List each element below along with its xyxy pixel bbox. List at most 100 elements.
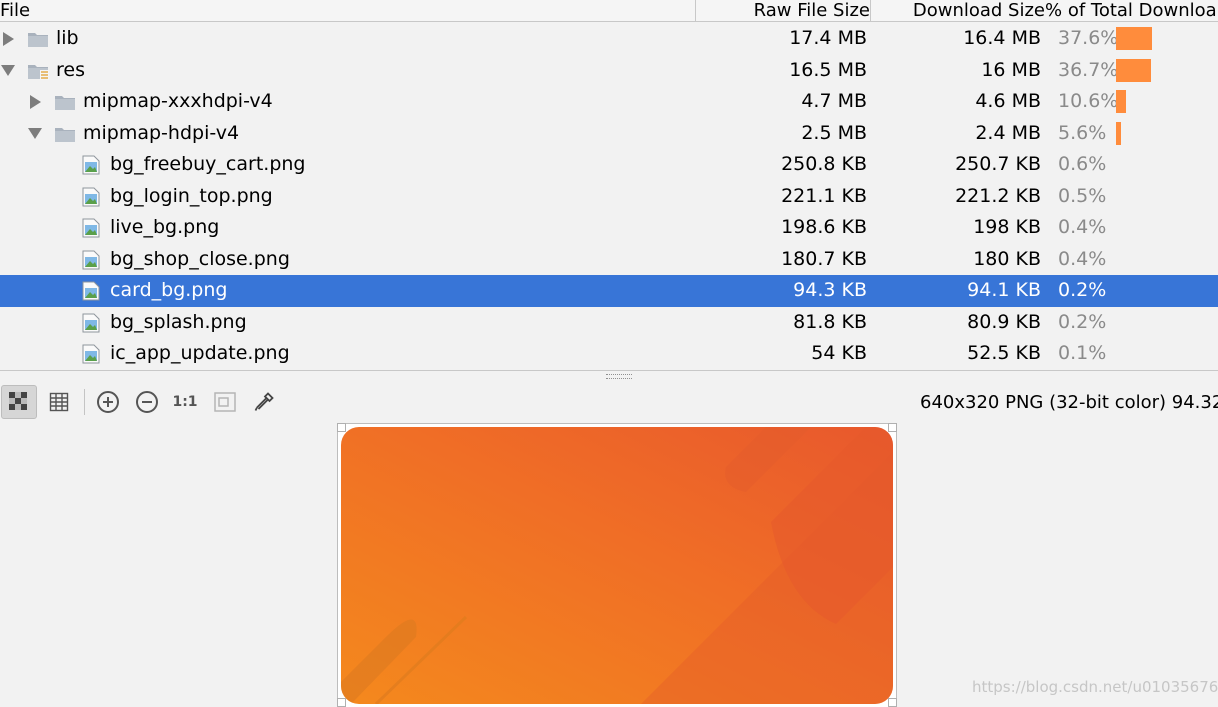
file-tree: lib 17.4 MB 16.4 MB 37.6% res 16.5 MB 16 MB 36.… <box>0 23 1218 370</box>
row-percent: 5.6% <box>1058 121 1107 144</box>
tree-row[interactable]: bg_freebuy_cart.png 250.8 KB 250.7 KB 0.6% <box>0 149 1218 181</box>
preview-toolbar: 1:1 640x320 PNG (32-bit color) 94.32 K <box>0 383 1218 421</box>
column-header-file[interactable]: File <box>0 0 696 21</box>
column-header-percent[interactable]: % of Total Downloa... <box>1045 0 1218 21</box>
tree-row[interactable]: ic_app_update.png 54 KB 52.5 KB 0.1% <box>0 338 1218 370</box>
eyedropper-icon <box>254 392 274 411</box>
row-download-size: 16 MB <box>981 58 1041 81</box>
row-download-size: 16.4 MB <box>963 27 1041 49</box>
row-download-size: 80.9 KB <box>967 310 1041 333</box>
color-picker-button[interactable] <box>246 385 282 419</box>
row-raw-size: 81.8 KB <box>793 310 867 333</box>
row-name: lib <box>56 27 79 49</box>
collapse-arrow-icon[interactable] <box>27 118 43 150</box>
row-raw-size: 198.6 KB <box>781 216 867 238</box>
expand-arrow-icon[interactable] <box>27 86 43 118</box>
tree-row[interactable]: bg_splash.png 81.8 KB 80.9 KB 0.2% <box>0 307 1218 339</box>
row-download-size: 198 KB <box>973 216 1041 238</box>
row-download-size: 250.7 KB <box>955 153 1041 175</box>
row-download-size: 221.2 KB <box>955 184 1041 207</box>
row-percent: 36.7% <box>1058 58 1119 81</box>
row-raw-size: 180.7 KB <box>781 247 867 270</box>
percent-bar <box>1116 27 1152 50</box>
image-preview <box>337 423 897 707</box>
row-name: res <box>56 58 85 81</box>
tree-row[interactable]: bg_login_top.png 221.1 KB 221.2 KB 0.5% <box>0 181 1218 213</box>
image-file-icon <box>82 250 100 269</box>
actual-size-button[interactable]: 1:1 <box>167 385 203 419</box>
row-download-size: 180 KB <box>973 247 1041 270</box>
row-name: bg_splash.png <box>110 310 247 333</box>
folder-icon <box>55 127 75 142</box>
tree-row[interactable]: mipmap-hdpi-v4 2.5 MB 2.4 MB 5.6% <box>0 118 1218 150</box>
image-info: 640x320 PNG (32-bit color) 94.32 K <box>920 392 1218 413</box>
tree-row[interactable]: card_bg.png 94.3 KB 94.1 KB 0.2% <box>0 275 1218 307</box>
row-percent: 0.2% <box>1058 279 1107 301</box>
zoom-out-button[interactable] <box>129 385 165 419</box>
toolbar-separator <box>84 389 85 415</box>
row-name: mipmap-hdpi-v4 <box>83 121 240 144</box>
row-name: mipmap-xxxhdpi-v4 <box>83 90 273 112</box>
row-name: bg_login_top.png <box>110 184 273 207</box>
resize-handle-bottom-left[interactable] <box>337 698 346 707</box>
splitter-grip[interactable] <box>606 374 632 379</box>
grid-button[interactable] <box>41 385 77 419</box>
table-header: File Raw File Size Download Size % of To… <box>0 0 1218 22</box>
row-percent: 37.6% <box>1058 27 1119 49</box>
column-header-download-size[interactable]: Download Size <box>871 0 1045 21</box>
row-download-size: 94.1 KB <box>967 279 1041 301</box>
image-file-icon <box>82 344 100 364</box>
tree-row[interactable]: mipmap-xxxhdpi-v4 4.7 MB 4.6 MB 10.6% <box>0 86 1218 118</box>
watermark: https://blog.csdn.net/u010356768 <box>972 678 1218 696</box>
expand-arrow-icon[interactable] <box>0 23 16 55</box>
row-percent: 10.6% <box>1058 90 1119 112</box>
image-file-icon <box>82 218 100 238</box>
row-raw-size: 54 KB <box>811 342 867 364</box>
resize-handle-bottom-right[interactable] <box>888 698 897 707</box>
row-raw-size: 4.7 MB <box>801 90 867 112</box>
fit-to-window-button[interactable] <box>207 385 243 419</box>
row-percent: 0.5% <box>1058 184 1107 207</box>
zoom-out-icon <box>136 391 158 413</box>
percent-bar <box>1116 58 1151 82</box>
row-name: bg_shop_close.png <box>110 247 290 270</box>
tree-row[interactable]: bg_shop_close.png 180.7 KB 180 KB 0.4% <box>0 244 1218 276</box>
image-file-icon <box>82 155 100 175</box>
row-download-size: 2.4 MB <box>975 121 1041 144</box>
fit-window-icon <box>214 392 236 412</box>
row-percent: 0.4% <box>1058 247 1107 270</box>
folder-icon <box>55 96 75 110</box>
row-name: card_bg.png <box>110 279 228 301</box>
row-raw-size: 16.5 MB <box>789 58 867 81</box>
collapse-arrow-icon[interactable] <box>0 55 16 87</box>
resize-handle-top-left[interactable] <box>337 423 346 432</box>
resource-folder-icon <box>28 64 49 80</box>
row-name: live_bg.png <box>110 216 220 238</box>
transparency-checkerboard-button[interactable] <box>1 385 37 419</box>
checkerboard-icon <box>9 392 27 410</box>
card-bg-preview <box>341 427 893 704</box>
row-raw-size: 17.4 MB <box>789 27 867 49</box>
tree-row[interactable]: live_bg.png 198.6 KB 198 KB 0.4% <box>0 212 1218 244</box>
zoom-in-icon <box>97 391 119 413</box>
row-percent: 0.4% <box>1058 216 1107 238</box>
row-raw-size: 94.3 KB <box>793 279 867 301</box>
row-raw-size: 2.5 MB <box>801 121 867 144</box>
percent-bar <box>1116 90 1126 113</box>
tree-row[interactable]: lib 17.4 MB 16.4 MB 37.6% <box>0 23 1218 55</box>
resize-handle-top-right[interactable] <box>888 423 897 432</box>
row-name: bg_freebuy_cart.png <box>110 153 306 175</box>
column-header-raw-size[interactable]: Raw File Size <box>696 0 871 21</box>
tree-row[interactable]: res 16.5 MB 16 MB 36.7% <box>0 55 1218 87</box>
row-raw-size: 250.8 KB <box>781 153 867 175</box>
folder-icon <box>28 33 48 47</box>
zoom-in-button[interactable] <box>90 385 126 419</box>
splitter[interactable] <box>0 370 1218 381</box>
image-file-icon <box>82 281 100 301</box>
row-percent: 0.6% <box>1058 153 1107 175</box>
grid-icon <box>49 392 69 412</box>
card-bg-image <box>341 427 893 704</box>
actual-size-label: 1:1 <box>172 394 198 410</box>
row-percent: 0.1% <box>1058 342 1107 364</box>
percent-bar <box>1116 121 1121 145</box>
